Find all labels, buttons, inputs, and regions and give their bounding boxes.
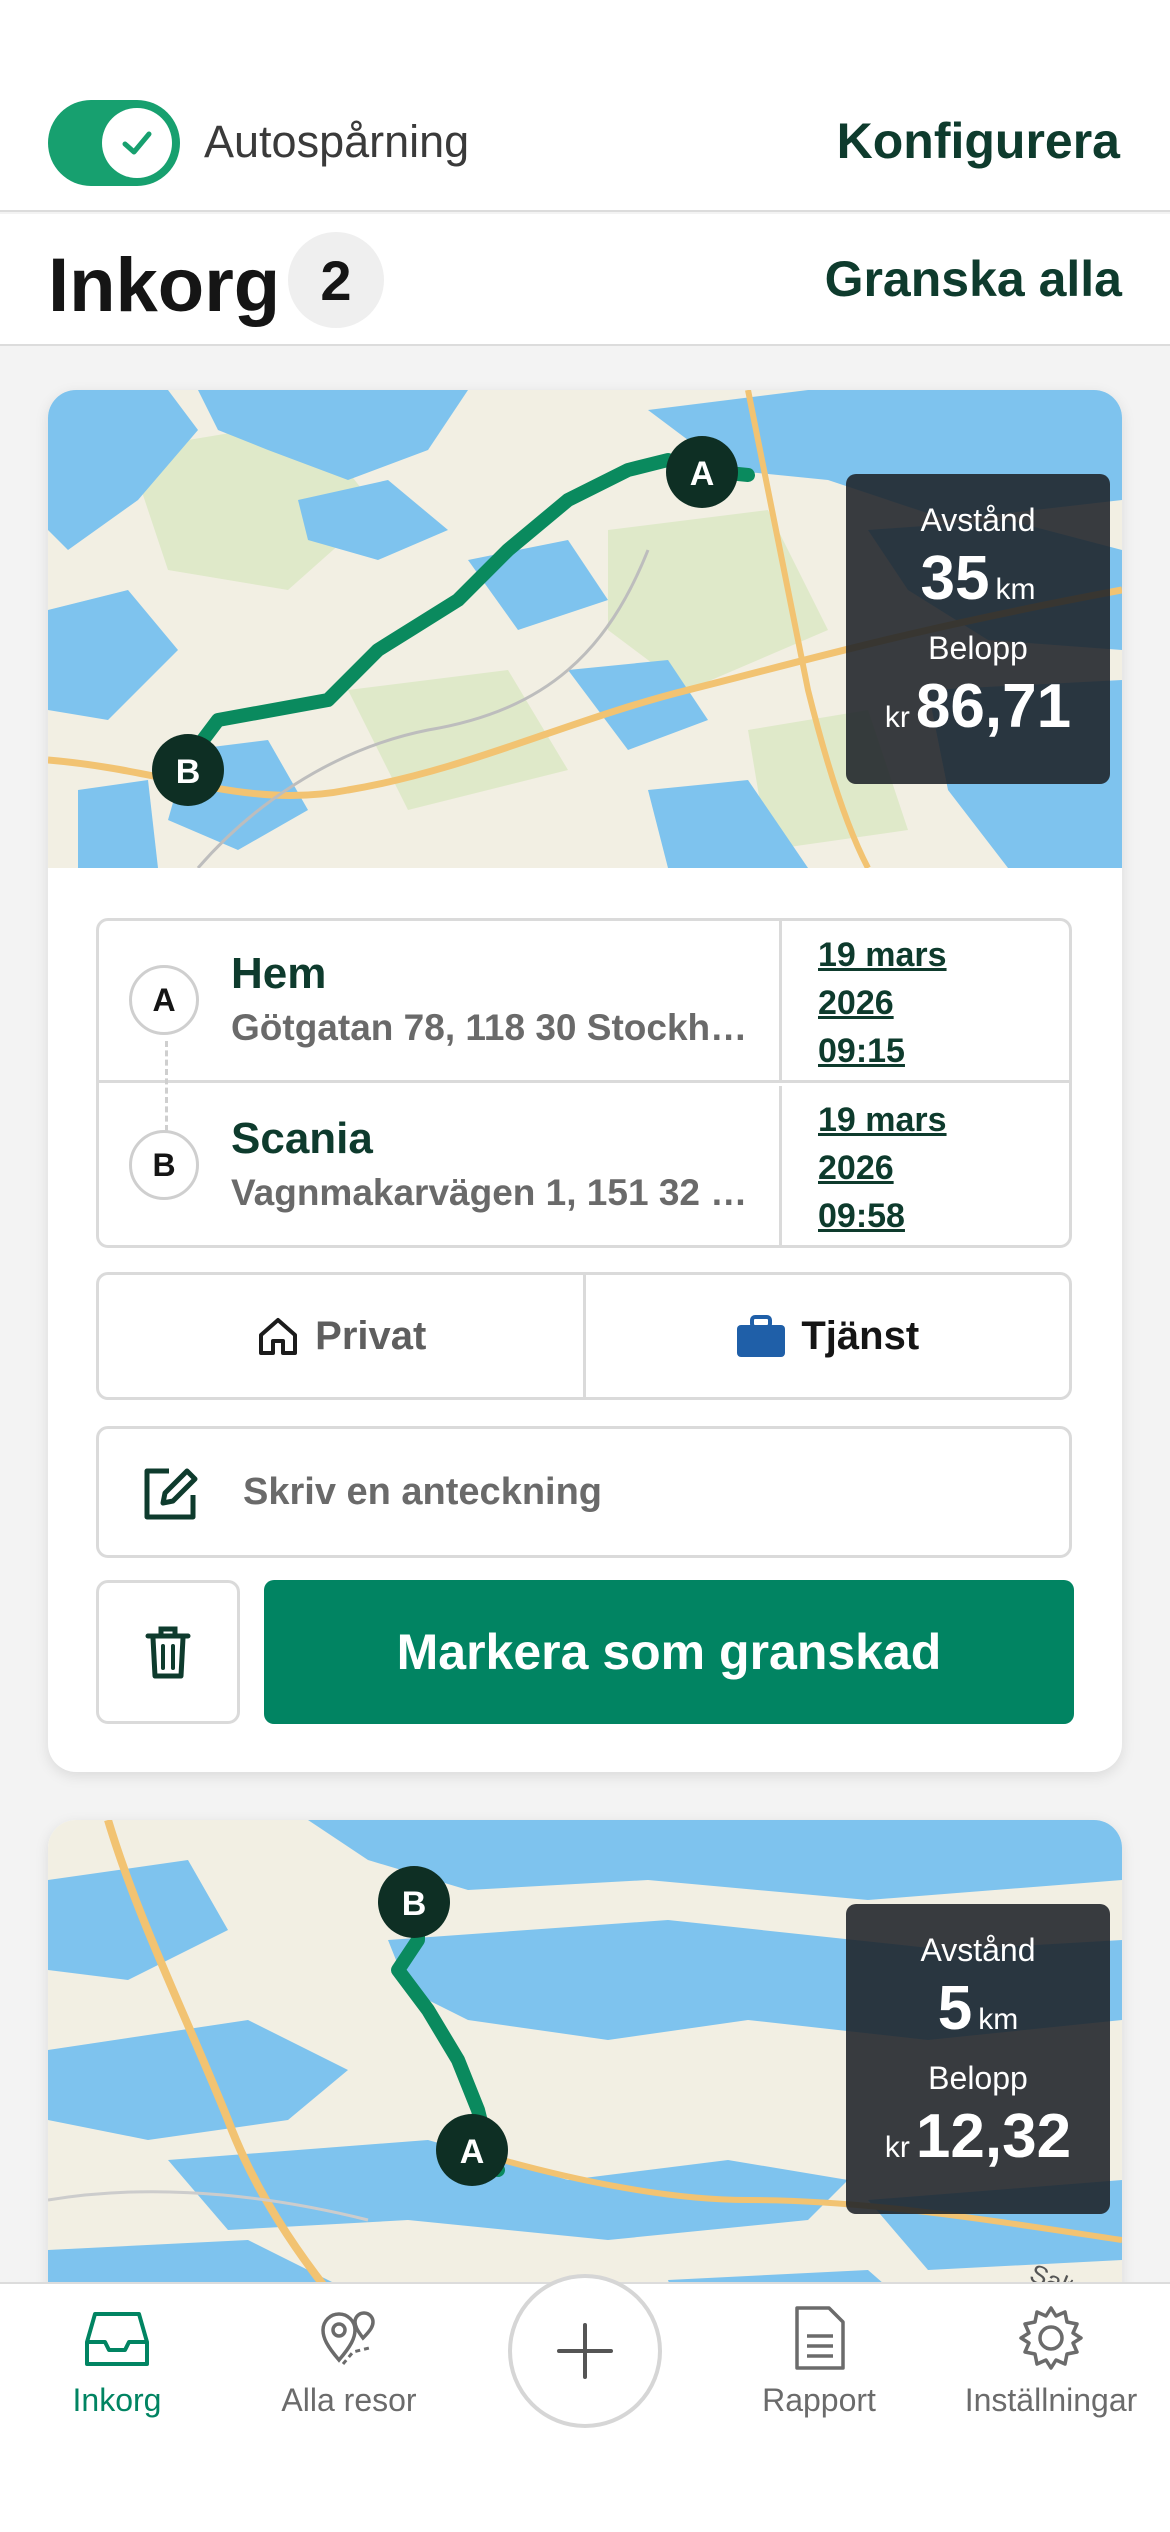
distance-value: 35 km (920, 544, 1036, 613)
delete-button[interactable] (96, 1580, 240, 1724)
trip-card: B A Avstånd 35 km Belopp kr86,71 A Hem Gö… (48, 390, 1122, 1772)
amount-value: kr86,71 (884, 672, 1072, 741)
home-icon (259, 1318, 298, 1355)
mark-reviewed-button[interactable]: Markera som granskad (264, 1580, 1074, 1724)
tab-label: Inkorg (72, 2382, 162, 2418)
tab-label: Rapport (762, 2382, 876, 2418)
tab-all-trips[interactable]: Alla resor (234, 2302, 464, 2419)
note-input[interactable] (243, 1429, 1043, 1555)
tab-report[interactable]: Rapport (704, 2302, 934, 2419)
distance-label: Avstånd (920, 502, 1036, 538)
amount-label: Belopp (928, 2060, 1028, 2096)
route-start: A Hem Götgatan 78, 118 30 Stockho... 19 … (99, 921, 1069, 1131)
start-datetime[interactable]: 19 mars 2026 09:15 (779, 921, 1069, 1083)
autotracking-label: Autospårning (204, 116, 470, 167)
end-marker: B (129, 1130, 199, 1200)
trash-icon (145, 1626, 191, 1679)
trip-card: B A Saltsjö Avstånd 5km Belopp kr12,32 (48, 1820, 1122, 2340)
briefcase-icon (737, 1315, 786, 1357)
end-datetime[interactable]: 19 mars 2026 09:58 (779, 1086, 1069, 1248)
route-map[interactable]: B A Saltsjö Avstånd 5km Belopp kr12,32 (48, 1820, 1122, 2340)
distance-label: Avstånd (920, 1932, 1036, 1968)
route-details: A Hem Götgatan 78, 118 30 Stockho... 19 … (96, 918, 1072, 1248)
toggle-knob (102, 108, 172, 178)
route-map[interactable]: B A Avstånd 35 km Belopp kr86,71 (48, 390, 1122, 868)
map-marker-b: B (402, 1885, 427, 1923)
plus-icon (557, 2323, 613, 2379)
distance-value: 5 km (937, 1974, 1019, 2043)
route-end: B Scania Vagnmakarvägen 1, 151 32 S... 1… (99, 1086, 1069, 1248)
private-button[interactable]: Privat (99, 1275, 586, 1397)
add-trip-button[interactable] (508, 2274, 662, 2428)
trip-type-selector: Privat Tjänst (96, 1272, 1072, 1400)
check-icon (122, 131, 152, 155)
inbox-header: Inkorg 2 Granska alla (0, 214, 1170, 346)
review-all-button[interactable]: Granska alla (825, 250, 1122, 308)
tab-label: Alla resor (281, 2382, 417, 2418)
start-marker: A (129, 965, 199, 1035)
gear-icon (1019, 2306, 1083, 2370)
tab-settings[interactable]: Inställningar (936, 2302, 1166, 2419)
trip-stats: Avstånd 5 km Belopp kr12,32 (846, 1904, 1110, 2214)
bottom-tab-bar: Inkorg Alla resor Rapport Inställningar (0, 2274, 1170, 2532)
top-bar: Autospårning Konfigurera (0, 0, 1170, 212)
amount-value: kr12,32 (884, 2102, 1072, 2171)
start-place-name: Hem (231, 949, 327, 998)
amount-label: Belopp (928, 630, 1028, 666)
autotracking-toggle[interactable] (48, 100, 180, 186)
start-address: Götgatan 78, 118 30 Stockho... (231, 1007, 761, 1048)
map-marker-a: A (460, 2133, 485, 2171)
note-field[interactable] (96, 1426, 1072, 1558)
work-button[interactable]: Tjänst (586, 1275, 1070, 1397)
trip-stats: Avstånd 35 km Belopp kr86,71 (846, 474, 1110, 784)
tab-label: Inställningar (964, 2382, 1138, 2418)
map-marker-a: A (690, 455, 715, 493)
inbox-count-badge: 2 (288, 232, 384, 328)
document-icon (795, 2306, 845, 2370)
map-marker-b: B (176, 753, 201, 791)
tab-inbox[interactable]: Inkorg (2, 2302, 232, 2419)
configure-button[interactable]: Konfigurera (837, 112, 1120, 170)
edit-note-icon (144, 1468, 198, 1520)
end-address: Vagnmakarvägen 1, 151 32 S... (231, 1172, 761, 1213)
inbox-icon (85, 2312, 149, 2366)
map-pin-icon (321, 2311, 375, 2365)
end-place-name: Scania (231, 1114, 373, 1163)
page-title: Inkorg (48, 243, 281, 328)
